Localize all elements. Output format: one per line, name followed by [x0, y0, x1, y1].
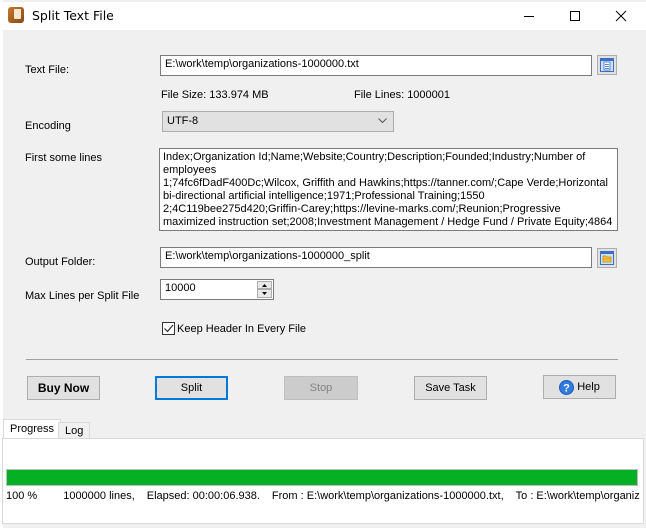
browse-folder-button[interactable]	[597, 248, 617, 268]
output-folder-label: Output Folder:	[25, 256, 96, 268]
first-lines-label: First some lines	[25, 152, 103, 164]
document-icon	[600, 58, 614, 72]
progress-from: From : E:\work\temp\organizations-100000…	[271, 490, 504, 502]
progress-percent: 100 %	[6, 490, 38, 502]
progress-bar	[6, 469, 638, 486]
tab-progress[interactable]: Progress	[3, 419, 62, 439]
help-button[interactable]: ? Help	[543, 375, 616, 399]
arrow-down-icon	[262, 292, 267, 295]
output-folder-input[interactable]: E:\work\temp\organizations-1000000_split	[160, 247, 592, 268]
keep-header-checkbox[interactable]	[162, 322, 175, 335]
file-lines-text: File Lines: 1000001	[354, 89, 451, 101]
maximize-icon	[570, 11, 580, 21]
keep-header-label[interactable]: Keep Header In Every File	[177, 323, 306, 335]
close-button[interactable]	[598, 2, 644, 30]
stop-button[interactable]: Stop	[284, 376, 358, 400]
buy-now-button[interactable]: Buy Now	[27, 376, 100, 400]
checkmark-icon	[164, 324, 174, 333]
spin-up-button[interactable]	[257, 281, 272, 289]
progress-lines: 1000000 lines,	[63, 490, 135, 502]
first-lines-preview[interactable]: Index;Organization Id;Name;Website;Count…	[159, 148, 618, 231]
spin-down-button[interactable]	[257, 289, 272, 298]
svg-text:?: ?	[563, 382, 570, 394]
chevron-down-icon	[378, 118, 387, 124]
maximize-button[interactable]	[552, 2, 598, 30]
save-task-button[interactable]: Save Task	[414, 376, 487, 400]
help-label: Help	[577, 381, 600, 393]
browse-file-button[interactable]	[597, 55, 617, 75]
text-file-label: Text File:	[25, 64, 70, 76]
encoding-select[interactable]: UTF-8	[162, 111, 394, 132]
text-file-input[interactable]: E:\work\temp\organizations-1000000.txt	[160, 55, 592, 76]
app-icon	[8, 7, 24, 23]
progress-to: To : E:\work\temp\organizations-1000000_…	[515, 490, 640, 502]
max-lines-label: Max Lines per Split File	[25, 290, 140, 302]
folder-icon	[600, 251, 614, 265]
window-title: Split Text File	[32, 8, 114, 23]
help-icon: ?	[559, 379, 575, 395]
progress-fill	[7, 470, 637, 485]
encoding-value: UTF-8	[167, 115, 199, 127]
encoding-label: Encoding	[25, 120, 71, 132]
progress-elapsed: Elapsed: 00:00:06.938.	[146, 490, 260, 502]
arrow-up-icon	[262, 284, 267, 287]
split-button[interactable]: Split	[155, 376, 228, 400]
divider	[26, 359, 618, 360]
close-icon	[615, 10, 627, 22]
minimize-icon	[524, 16, 534, 17]
minimize-button[interactable]	[506, 2, 552, 30]
tab-log[interactable]: Log	[58, 422, 91, 439]
progress-status: 100 % 1000000 lines, Elapsed: 00:00:06.938…	[6, 490, 640, 502]
file-size-text: File Size: 133.974 MB	[161, 89, 269, 101]
